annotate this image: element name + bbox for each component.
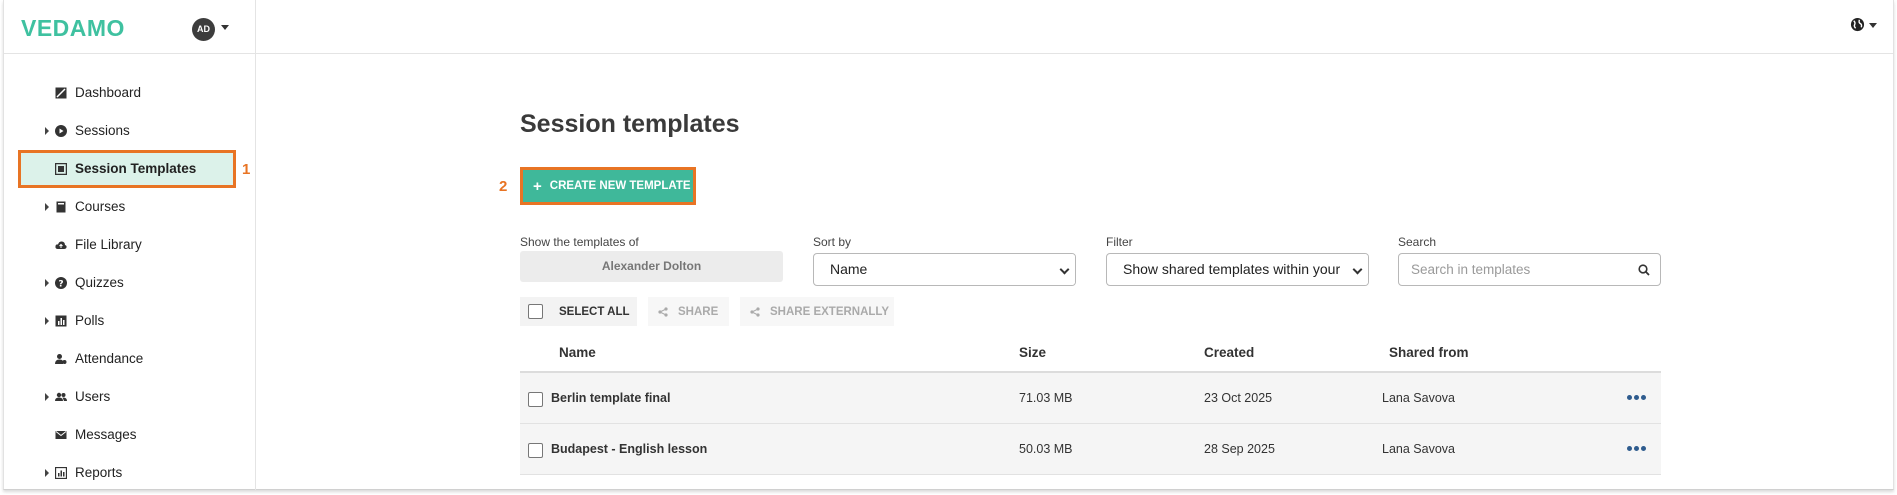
page-title: Session templates bbox=[520, 110, 740, 138]
sidebar-item-sessions[interactable]: Sessions bbox=[18, 112, 236, 150]
more-options-icon[interactable] bbox=[1627, 395, 1646, 400]
template-created: 28 Sep 2025 bbox=[1204, 442, 1275, 456]
sidebar-item-label: Users bbox=[75, 389, 111, 404]
users-icon bbox=[55, 392, 67, 401]
share-button[interactable]: SHARE bbox=[648, 297, 729, 326]
owner-selector[interactable]: Alexander Dolton bbox=[520, 251, 783, 282]
create-button-label: CREATE NEW TEMPLATE bbox=[549, 180, 691, 192]
table-header: Name Size Created Shared from bbox=[520, 334, 1661, 373]
sort-label: Sort by bbox=[813, 235, 852, 249]
sidebar: Dashboard Sessions Session Templates Cou… bbox=[4, 54, 256, 490]
search-label: Search bbox=[1398, 235, 1437, 249]
annotation-marker-1: 1 bbox=[242, 161, 251, 178]
user-avatar[interactable]: AD bbox=[192, 18, 215, 41]
share-label: SHARE bbox=[678, 305, 719, 318]
play-circle-icon bbox=[55, 125, 67, 137]
search-icon[interactable] bbox=[1638, 264, 1650, 276]
template-shared-from: Lana Savova bbox=[1382, 391, 1455, 405]
share-icon bbox=[750, 306, 760, 317]
language-dropdown-icon[interactable] bbox=[1869, 23, 1877, 28]
annotation-marker-2: 2 bbox=[499, 178, 508, 195]
vedamo-logo[interactable]: VEDAMO bbox=[21, 15, 125, 42]
bar-chart-icon bbox=[55, 315, 67, 327]
column-header-created[interactable]: Created bbox=[1204, 345, 1254, 360]
select-all-button[interactable]: SELECT ALL bbox=[520, 297, 637, 326]
cloud-icon bbox=[55, 241, 67, 249]
top-bar: VEDAMO AD bbox=[4, 0, 1893, 54]
expand-caret-icon[interactable] bbox=[45, 279, 49, 287]
column-header-size[interactable]: Size bbox=[1019, 345, 1046, 360]
sidebar-item-dashboard[interactable]: Dashboard bbox=[18, 74, 236, 112]
share-icon bbox=[658, 306, 668, 317]
sidebar-item-attendance[interactable]: Attendance bbox=[18, 340, 236, 378]
table-row[interactable]: Budapest - English lesson 50.03 MB 28 Se… bbox=[520, 424, 1661, 475]
plus-icon: + bbox=[533, 177, 542, 195]
row-checkbox[interactable] bbox=[528, 443, 543, 458]
sidebar-item-label: File Library bbox=[75, 237, 142, 252]
sidebar-item-label: Messages bbox=[75, 427, 137, 442]
more-options-icon[interactable] bbox=[1627, 446, 1646, 451]
svg-text:?: ? bbox=[58, 280, 63, 290]
filter-label: Filter bbox=[1106, 235, 1133, 249]
sidebar-item-polls[interactable]: Polls bbox=[18, 302, 236, 340]
sidebar-item-label: Session Templates bbox=[75, 161, 197, 176]
sidebar-item-file-library[interactable]: File Library bbox=[18, 226, 236, 264]
sidebar-item-messages[interactable]: Messages bbox=[18, 416, 236, 454]
template-size: 50.03 MB bbox=[1019, 442, 1073, 456]
column-header-shared-from[interactable]: Shared from bbox=[1389, 345, 1469, 360]
template-created: 23 Oct 2025 bbox=[1204, 391, 1273, 405]
template-name[interactable]: Berlin template final bbox=[551, 391, 670, 405]
sidebar-item-label: Courses bbox=[75, 199, 126, 214]
app-window: VEDAMO AD Dashboard Sessions Session Tem… bbox=[3, 0, 1894, 490]
sidebar-item-courses[interactable]: Courses bbox=[18, 188, 236, 226]
sidebar-item-label: Attendance bbox=[75, 351, 144, 366]
sort-select[interactable]: Name bbox=[813, 253, 1076, 286]
globe-icon[interactable] bbox=[1850, 17, 1865, 32]
create-new-template-button[interactable]: + CREATE NEW TEMPLATE bbox=[520, 167, 696, 205]
dashboard-icon bbox=[55, 87, 67, 99]
template-name[interactable]: Budapest - English lesson bbox=[551, 442, 707, 456]
search-field[interactable] bbox=[1398, 253, 1661, 286]
sidebar-item-label: Dashboard bbox=[75, 85, 142, 100]
select-all-checkbox[interactable] bbox=[528, 304, 543, 319]
book-icon bbox=[56, 201, 66, 213]
sidebar-item-reports[interactable]: Reports bbox=[18, 454, 236, 492]
envelope-icon bbox=[55, 431, 67, 439]
question-circle-icon: ? bbox=[55, 277, 67, 289]
share-externally-label: SHARE EXTERNALLY bbox=[770, 305, 890, 318]
search-input[interactable] bbox=[1411, 262, 1631, 277]
logo-area: VEDAMO AD bbox=[4, 0, 256, 54]
report-icon bbox=[55, 467, 67, 479]
template-icon bbox=[55, 163, 67, 175]
expand-caret-icon[interactable] bbox=[45, 393, 49, 401]
template-shared-from: Lana Savova bbox=[1382, 442, 1455, 456]
owner-filter-label: Show the templates of bbox=[520, 235, 639, 249]
sidebar-item-label: Polls bbox=[75, 313, 105, 328]
filter-select[interactable]: Show shared templates within your bbox=[1106, 253, 1369, 286]
sort-select-value: Name bbox=[830, 261, 868, 277]
filter-select-value: Show shared templates within your bbox=[1123, 261, 1341, 277]
sidebar-item-label: Sessions bbox=[75, 123, 130, 138]
sidebar-item-session-templates[interactable]: Session Templates bbox=[18, 150, 236, 188]
sidebar-item-label: Quizzes bbox=[75, 275, 124, 290]
expand-caret-icon[interactable] bbox=[45, 127, 49, 135]
template-size: 71.03 MB bbox=[1019, 391, 1073, 405]
row-checkbox[interactable] bbox=[528, 392, 543, 407]
sidebar-item-label: Reports bbox=[75, 465, 123, 480]
sidebar-item-users[interactable]: Users bbox=[18, 378, 236, 416]
avatar-dropdown-icon[interactable] bbox=[221, 25, 229, 30]
expand-caret-icon[interactable] bbox=[45, 203, 49, 211]
table-row[interactable]: Berlin template final 71.03 MB 23 Oct 20… bbox=[520, 373, 1661, 424]
expand-caret-icon[interactable] bbox=[45, 317, 49, 325]
column-header-name[interactable]: Name bbox=[559, 345, 596, 360]
expand-caret-icon[interactable] bbox=[45, 469, 49, 477]
share-externally-button[interactable]: SHARE EXTERNALLY bbox=[740, 297, 894, 326]
select-all-label: SELECT ALL bbox=[559, 305, 630, 318]
user-check-icon bbox=[55, 354, 67, 364]
sidebar-item-quizzes[interactable]: ? Quizzes bbox=[18, 264, 236, 302]
